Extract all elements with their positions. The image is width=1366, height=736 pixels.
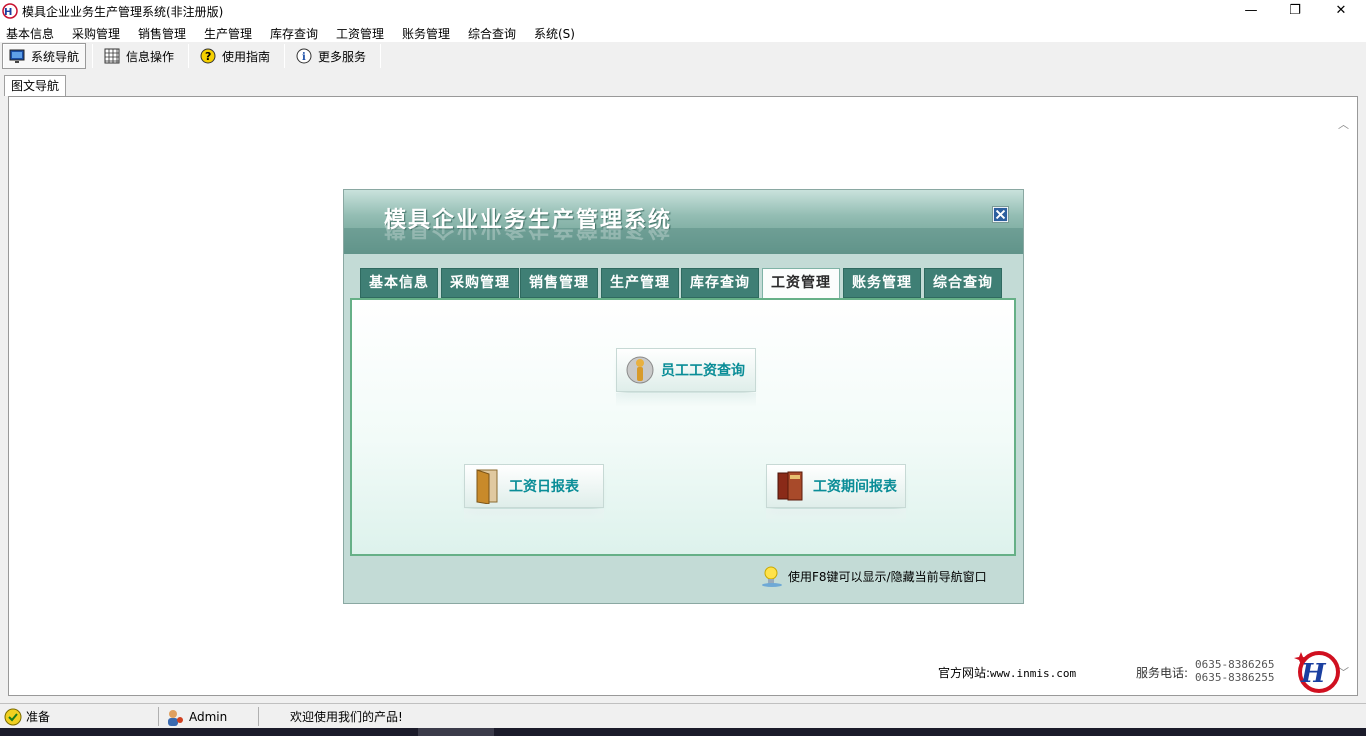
period-report-button[interactable]: 工资期间报表 [766, 464, 906, 508]
daily-report-label: 工资日报表 [509, 479, 579, 495]
svg-text:?: ? [205, 50, 211, 63]
toolbar: 系统导航 信息操作 ? 使用指南 i 更多服务 [0, 42, 1366, 70]
f8-hint-text: 使用F8键可以显示/隐藏当前导航窗口 [788, 569, 987, 584]
toolbar-divider [284, 44, 285, 68]
info-ops-button[interactable]: 信息操作 [98, 43, 180, 69]
dialog-close-icon[interactable] [992, 206, 1009, 223]
books-icon [777, 471, 803, 501]
menu-sales[interactable]: 销售管理 [138, 25, 186, 42]
system-nav-label: 系统导航 [31, 49, 80, 64]
user-guide-button[interactable]: ? 使用指南 [194, 43, 276, 69]
menu-purchase[interactable]: 采购管理 [72, 25, 120, 42]
menu-production[interactable]: 生产管理 [204, 25, 252, 42]
status-divider [158, 707, 159, 726]
more-services-label: 更多服务 [318, 49, 367, 64]
menu-salary[interactable]: 工资管理 [336, 25, 384, 42]
lightbulb-icon [762, 566, 782, 587]
status-user: Admin [165, 706, 227, 727]
toolbar-divider [380, 44, 381, 68]
company-logo-icon: H [1294, 651, 1340, 693]
dialog-tab-basic-info[interactable]: 基本信息 [360, 268, 438, 298]
status-ready: 准备 [4, 706, 50, 727]
help-icon: ? [200, 48, 216, 64]
info-icon: i [296, 48, 312, 64]
status-welcome: 欢迎使用我们的产品! [290, 710, 403, 724]
phone-2: 0635-8386255 [1195, 671, 1275, 684]
dialog-tab-production[interactable]: 生产管理 [601, 268, 679, 298]
system-nav-button[interactable]: 系统导航 [2, 43, 87, 69]
dialog-tab-inventory[interactable]: 库存查询 [681, 268, 759, 298]
dialog-tab-accounts[interactable]: 账务管理 [843, 268, 921, 298]
dialog-tab-purchase[interactable]: 采购管理 [441, 268, 519, 298]
user-icon [168, 709, 183, 726]
phone-1: 0635-8386265 [1195, 658, 1275, 671]
person-icon [626, 356, 654, 384]
info-ops-label: 信息操作 [126, 49, 175, 64]
toolbar-divider [92, 44, 93, 68]
monitor-icon [9, 49, 25, 63]
navigation-dialog: 模具企业业务生产管理系统 模具企业业务生产管理系统 基本信息 采购管理 销售管理… [343, 189, 1024, 604]
service-phones: 0635-8386265 0635-8386255 [1195, 658, 1274, 684]
restore-button[interactable]: ❐ [1272, 0, 1318, 22]
close-window-button[interactable]: ✕ [1318, 0, 1364, 22]
svg-text:H: H [4, 7, 12, 18]
open-door-icon [476, 469, 498, 504]
button-reflection [766, 509, 906, 523]
button-reflection [464, 509, 604, 523]
taskbar-item[interactable] [418, 728, 494, 736]
app-logo-icon: H [2, 3, 18, 19]
menu-accounts[interactable]: 账务管理 [402, 25, 450, 42]
button-reflection [616, 393, 756, 407]
daily-report-button[interactable]: 工资日报表 [464, 464, 604, 508]
menu-query[interactable]: 综合查询 [468, 25, 516, 42]
period-report-label: 工资期间报表 [813, 479, 897, 495]
grid-icon [104, 48, 120, 64]
minimize-button[interactable]: — [1228, 0, 1274, 22]
tab-graphic-nav[interactable]: 图文导航 [4, 75, 66, 96]
menu-inventory[interactable]: 库存查询 [270, 25, 318, 42]
svg-text:H: H [1300, 659, 1327, 689]
window-title: 模具企业业务生产管理系统(非注册版) [22, 5, 224, 19]
more-services-button[interactable]: i 更多服务 [290, 43, 372, 69]
menu-basic-info[interactable]: 基本信息 [6, 25, 54, 42]
dialog-title-reflection: 模具企业业务生产管理系统 [384, 224, 673, 241]
dialog-tab-query[interactable]: 综合查询 [924, 268, 1002, 298]
salary-query-label: 员工工资查询 [661, 363, 745, 379]
f8-hint: 使用F8键可以显示/隐藏当前导航窗口 [760, 564, 987, 588]
official-site: 官方网站:www.inmis.com [938, 664, 1076, 681]
menu-bar: 基本信息 采购管理 销售管理 生产管理 库存查询 工资管理 账务管理 综合查询 … [0, 22, 1366, 42]
scroll-up-icon[interactable]: ︿ [1338, 116, 1349, 132]
ready-icon [4, 708, 22, 725]
menu-system[interactable]: 系统(S) [534, 25, 575, 42]
site-label: 官方网站: [938, 666, 991, 680]
status-bar: 准备 Admin 欢迎使用我们的产品! [0, 703, 1366, 728]
title-bar: H 模具企业业务生产管理系统(非注册版) — ❐ ✕ [0, 0, 1366, 22]
dialog-header: 模具企业业务生产管理系统 模具企业业务生产管理系统 [344, 190, 1023, 254]
status-divider [258, 707, 259, 726]
dialog-tab-salary[interactable]: 工资管理 [762, 268, 840, 299]
salary-query-button[interactable]: 员工工资查询 [616, 348, 756, 392]
status-user-name: Admin [189, 709, 228, 724]
toolbar-divider [188, 44, 189, 68]
status-ready-text: 准备 [26, 710, 51, 724]
dialog-panel: 员工工资查询 工资日报表 工资期间报表 [350, 298, 1016, 556]
service-phone-label: 服务电话: [1136, 666, 1189, 680]
site-url[interactable]: www.inmis.com [990, 667, 1076, 680]
dialog-tab-sales[interactable]: 销售管理 [520, 268, 598, 298]
user-guide-label: 使用指南 [222, 49, 271, 64]
svg-text:i: i [302, 52, 306, 63]
os-taskbar [0, 728, 1366, 736]
